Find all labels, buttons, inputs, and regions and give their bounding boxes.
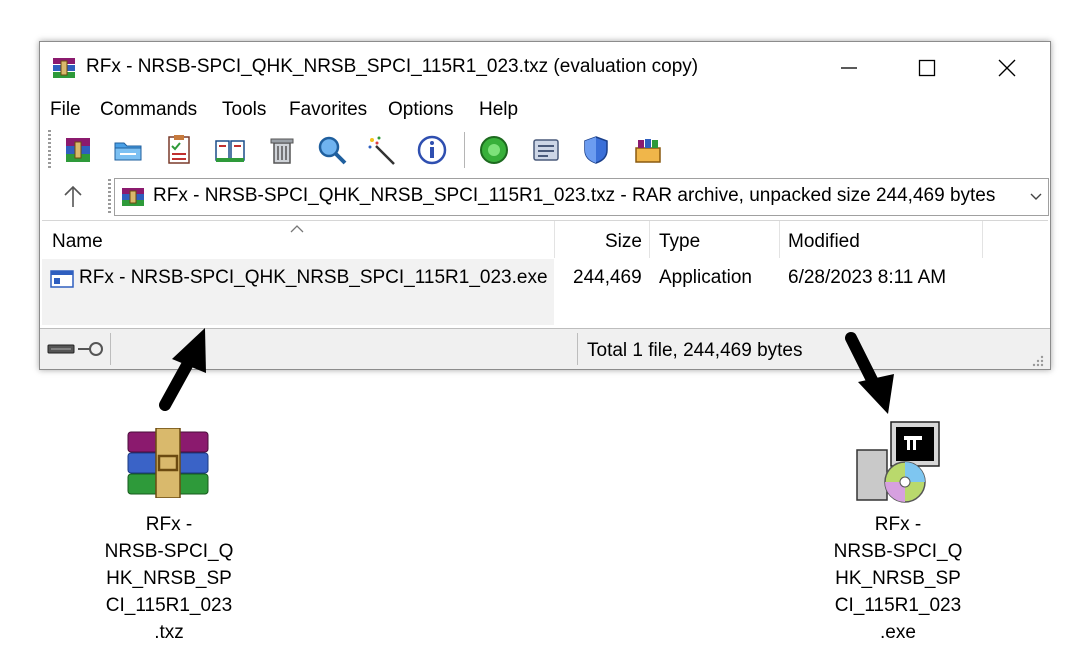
application-icon — [50, 270, 74, 288]
row-size: 244,469 — [573, 267, 642, 288]
sort-ascending-icon — [290, 225, 304, 233]
sfx-icon[interactable] — [632, 134, 664, 166]
column-divider[interactable] — [649, 221, 650, 258]
column-divider[interactable] — [982, 221, 983, 258]
arrow-up-to-window — [159, 328, 206, 411]
label-line: .exe — [880, 622, 916, 643]
column-header-size[interactable]: Size — [605, 231, 642, 253]
label-line: CI_115R1_023 — [834, 595, 962, 616]
menu-tools[interactable]: Tools — [222, 99, 266, 121]
winrar-window: RFx - NRSB-SPCI_QHK_NRSB_SPCI_115R1_023.… — [39, 41, 1051, 370]
virus-scan-icon[interactable] — [478, 134, 510, 166]
wizard-icon[interactable] — [366, 134, 398, 166]
view-icon[interactable] — [214, 134, 246, 166]
status-divider — [110, 333, 111, 365]
label-line: CI_115R1_023 — [105, 595, 233, 616]
column-divider[interactable] — [554, 221, 555, 258]
menu-file[interactable]: File — [50, 99, 81, 121]
minimize-icon — [841, 67, 857, 69]
menu-commands[interactable]: Commands — [100, 99, 197, 121]
close-button[interactable] — [968, 42, 1046, 94]
label-line: .txz — [154, 622, 184, 643]
column-divider[interactable] — [779, 221, 780, 258]
column-header-name[interactable]: Name — [52, 231, 103, 253]
toolbar — [40, 128, 1050, 174]
close-icon — [998, 59, 1016, 77]
row-modified: 6/28/2023 8:11 AM — [788, 267, 947, 288]
add-icon[interactable] — [62, 134, 94, 166]
status-text: Total 1 file, 244,469 bytes — [587, 340, 803, 361]
archive-icon — [122, 188, 144, 206]
comment-icon[interactable] — [530, 134, 562, 166]
up-folder-button[interactable] — [60, 181, 86, 211]
row-type: Application — [659, 267, 752, 288]
resize-grip-icon[interactable] — [1030, 353, 1044, 367]
arrow-down-to-exe — [845, 332, 894, 414]
test-icon[interactable] — [163, 134, 195, 166]
title-bar[interactable]: RFx - NRSB-SPCI_QHK_NRSB_SPCI_115R1_023.… — [40, 42, 1050, 94]
address-row: RFx - NRSB-SPCI_QHK_NRSB_SPCI_115R1_023.… — [40, 175, 1050, 219]
protect-icon[interactable] — [580, 134, 612, 166]
toolbar-grip[interactable] — [48, 130, 51, 170]
label-line: NRSB-SPCI_Q — [104, 541, 234, 562]
status-divider — [577, 333, 578, 365]
minimize-button[interactable] — [810, 42, 888, 94]
address-box[interactable]: RFx - NRSB-SPCI_QHK_NRSB_SPCI_115R1_023.… — [114, 178, 1049, 216]
label-line: HK_NRSB_SP — [835, 568, 961, 589]
archive-file-label[interactable]: RFx - NRSB-SPCI_Q HK_NRSB_SP CI_115R1_02… — [79, 511, 259, 646]
address-text: RFx - NRSB-SPCI_QHK_NRSB_SPCI_115R1_023.… — [153, 185, 996, 206]
window-title: RFx - NRSB-SPCI_QHK_NRSB_SPCI_115R1_023.… — [86, 56, 699, 77]
row-name: RFx - NRSB-SPCI_QHK_NRSB_SPCI_115R1_023.… — [79, 267, 548, 288]
delete-icon[interactable] — [266, 134, 298, 166]
find-icon[interactable] — [316, 134, 348, 166]
winrar-archive-icon[interactable] — [126, 428, 210, 498]
toolbar-separator — [464, 132, 465, 168]
menu-bar: File Commands Tools Favorites Options He… — [40, 94, 1050, 127]
label-line: NRSB-SPCI_Q — [833, 541, 963, 562]
label-line: HK_NRSB_SP — [106, 568, 232, 589]
label-line: RFx - — [874, 514, 922, 535]
info-icon[interactable] — [416, 134, 448, 166]
menu-help[interactable]: Help — [479, 99, 518, 121]
up-arrow-icon — [64, 185, 82, 207]
keys-icon[interactable] — [46, 339, 106, 359]
menu-favorites[interactable]: Favorites — [289, 99, 367, 121]
maximize-button[interactable] — [888, 42, 966, 94]
file-list: Name Size Type Modified RFx - NRSB-SPCI_… — [42, 220, 1048, 327]
exe-file-label[interactable]: RFx - NRSB-SPCI_Q HK_NRSB_SP CI_115R1_02… — [808, 511, 988, 646]
maximize-icon — [918, 59, 936, 77]
address-grip[interactable] — [108, 179, 111, 215]
chevron-down-icon[interactable] — [1028, 189, 1044, 205]
column-header-type[interactable]: Type — [659, 231, 700, 253]
column-header-modified[interactable]: Modified — [788, 231, 860, 253]
winrar-app-icon — [53, 58, 75, 78]
extract-to-icon[interactable] — [112, 134, 144, 166]
label-line: RFx - — [145, 514, 193, 535]
installer-exe-icon[interactable] — [855, 420, 945, 504]
menu-options[interactable]: Options — [388, 99, 453, 121]
